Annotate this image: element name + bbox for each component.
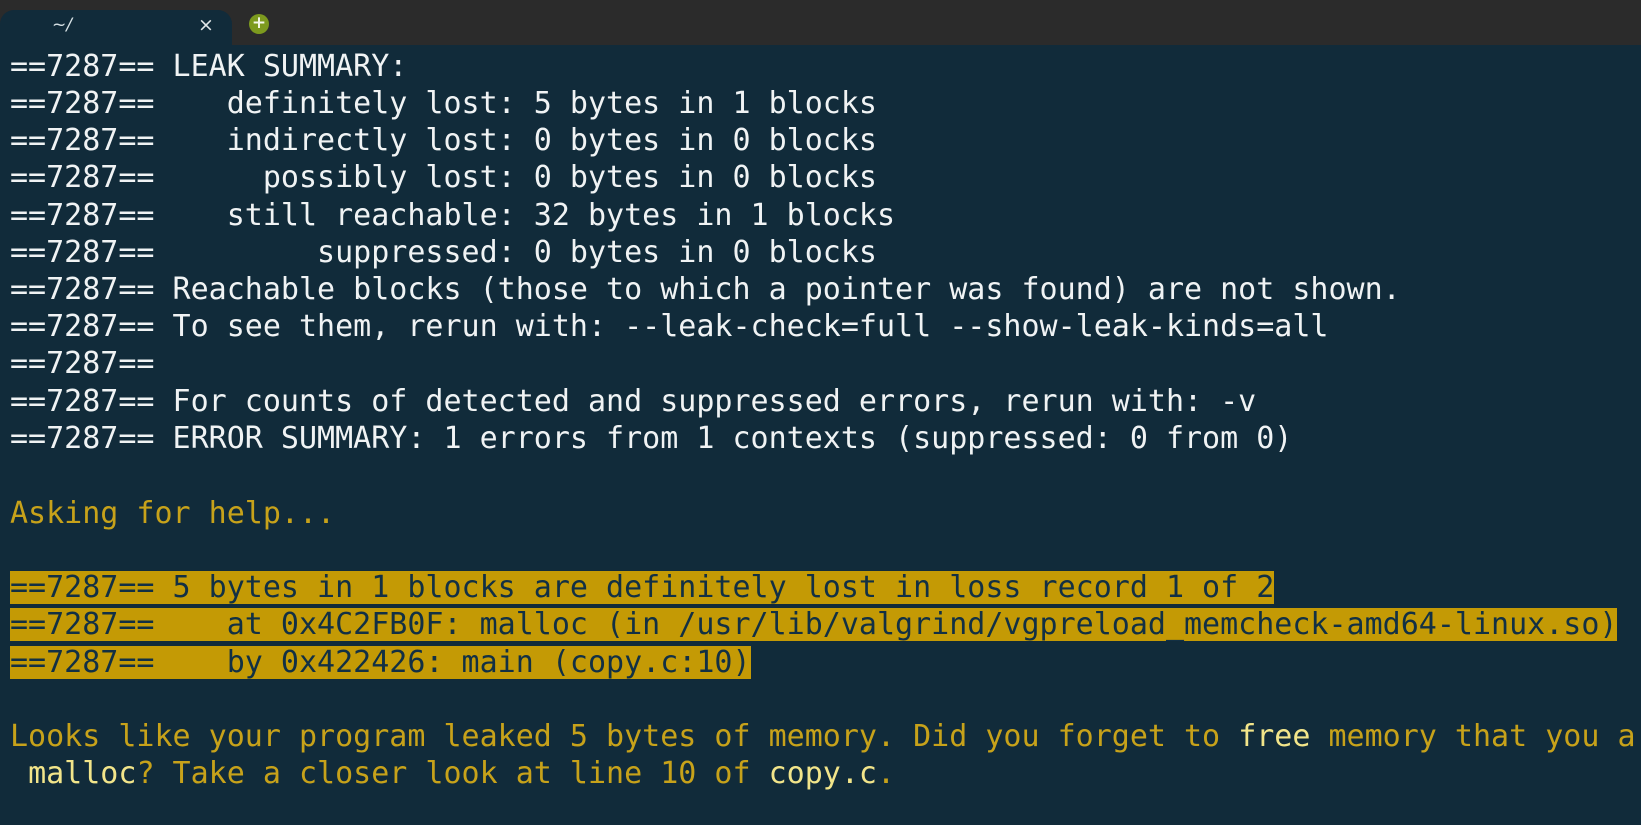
output-line: ==7287== LEAK SUMMARY: [10,50,408,84]
output-line: ==7287== ERROR SUMMARY: 1 errors from 1 … [10,421,1293,456]
output-line: ==7287== [10,346,155,381]
plus-icon[interactable]: + [249,14,269,34]
output-line: ==7287== For counts of detected and supp… [10,384,1257,419]
output-line: ==7287== definitely lost: 5 bytes in 1 b… [10,86,877,121]
highlighted-leak-line: ==7287== by 0x422426: main (copy.c:10) [10,645,751,680]
output-line: ==7287== To see them, rerun with: --leak… [10,309,1329,344]
help-status-line: Asking for help... [10,496,336,531]
close-icon[interactable]: × [197,16,215,35]
help-text: memory that you a [1310,719,1636,754]
output-line: ==7287== Reachable blocks (those to whic… [10,272,1401,307]
help-text: Looks like your program leaked 5 bytes o… [10,719,1239,754]
help-text: ? Take a closer look at line 10 of [136,756,769,791]
help-text: . [876,756,896,791]
terminal-window: ~/ × + ==7287== LEAK SUMMARY: ==7287== d… [0,0,1641,825]
highlighted-leak-line: ==7287== at 0x4C2FB0F: malloc (in /usr/l… [10,607,1618,642]
function-name-malloc: malloc [28,756,137,791]
highlighted-leak-line: ==7287== 5 bytes in 1 blocks are definit… [10,570,1275,605]
output-line: ==7287== still reachable: 32 bytes in 1 … [10,198,896,233]
help-message-line: Looks like your program leaked 5 bytes o… [10,720,1636,753]
tab-title: ~/ [52,15,72,35]
output-line: ==7287== possibly lost: 0 bytes in 0 blo… [10,160,877,195]
function-name-free: free [1238,719,1311,754]
output-line: ==7287== indirectly lost: 0 bytes in 0 b… [10,123,877,158]
file-name: copy.c [768,756,877,791]
help-message-line: malloc? Take a closer look at line 10 of… [10,757,895,790]
terminal-output[interactable]: ==7287== LEAK SUMMARY: ==7287== definite… [10,50,1641,825]
tab-home[interactable]: ~/ × [0,10,232,45]
output-line: ==7287== suppressed: 0 bytes in 0 blocks [10,235,877,270]
tab-bar: ~/ × + [0,0,1641,45]
